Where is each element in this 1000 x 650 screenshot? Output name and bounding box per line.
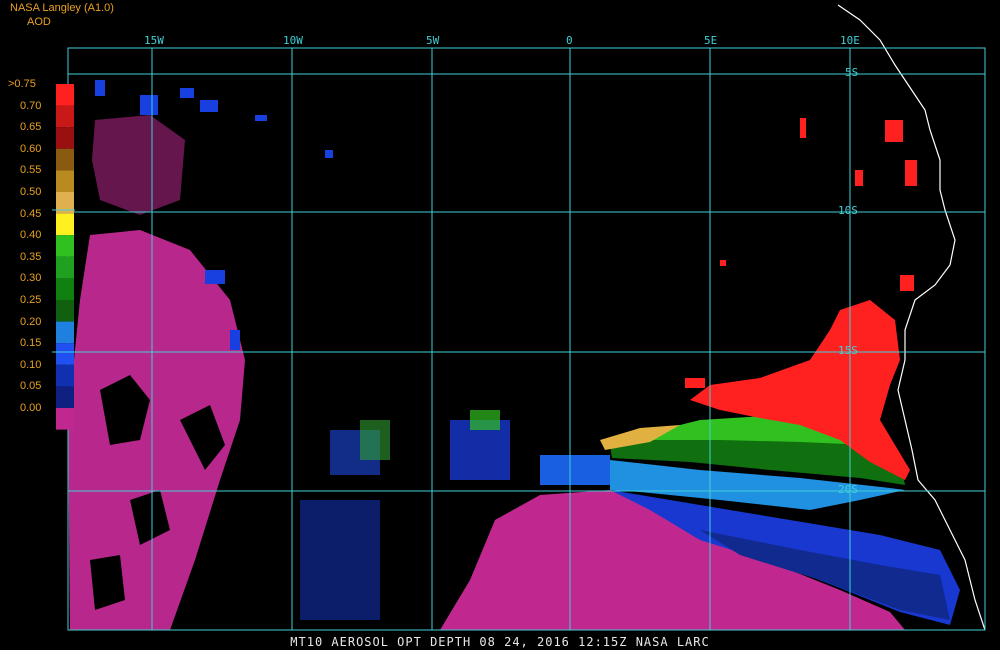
- aod-low-west: [68, 115, 245, 630]
- legend-label: 0.15: [20, 337, 42, 350]
- legend-label: 0.60: [20, 142, 42, 155]
- legend-label: 0.10: [20, 358, 42, 371]
- lat-label-20s: 20S: [838, 483, 858, 496]
- aerosol-map: [52, 4, 986, 631]
- lon-label-5e: 5E: [704, 34, 718, 47]
- lon-label-5w: 5W: [426, 34, 440, 47]
- lon-label-0: 0: [566, 34, 573, 47]
- lon-label-10w: 10W: [283, 34, 303, 47]
- legend-label: >0.75: [8, 78, 36, 90]
- legend-label: 0.55: [20, 164, 42, 177]
- legend-label: 0.40: [20, 229, 42, 242]
- legend-label: 0.65: [20, 121, 42, 134]
- legend-label: 0.35: [20, 250, 42, 263]
- legend-label: 0.25: [20, 294, 42, 306]
- legend-label: 0.00: [20, 402, 42, 414]
- lat-label-5s: 5S: [845, 66, 859, 79]
- legend-label: 0.45: [20, 207, 42, 220]
- legend-label: 0.05: [20, 380, 42, 393]
- legend-label: 0.30: [20, 272, 42, 285]
- legend-label: 0.50: [20, 186, 42, 198]
- product-footer: MT10 AEROSOL OPT DEPTH 08 24, 2016 12:15…: [290, 635, 710, 649]
- legend-label: 0.20: [20, 315, 42, 328]
- lat-label-10s: 10S: [838, 204, 858, 217]
- lon-label-10e: 10E: [840, 34, 860, 47]
- lon-label-15w: 15W: [144, 34, 164, 47]
- lat-label-15s: 15S: [838, 344, 858, 357]
- legend-label: 0.70: [20, 99, 42, 112]
